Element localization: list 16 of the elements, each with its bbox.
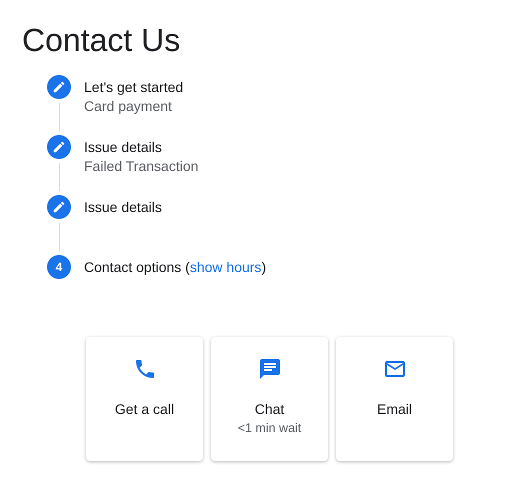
contact-option-card[interactable]: Email [336, 337, 453, 461]
step-edit-icon[interactable] [47, 75, 71, 99]
show-hours-link[interactable]: show hours [190, 259, 262, 275]
contact-option-card[interactable]: Chat <1 min wait [211, 337, 328, 461]
step-title: Issue details [84, 198, 163, 216]
step-title: Issue details [84, 138, 163, 156]
step-edit-icon[interactable] [47, 195, 71, 219]
page-title: Contact Us [22, 21, 182, 60]
step-number: 4 [47, 255, 71, 279]
step-title: Let's get started [84, 78, 184, 96]
step-subtitle: Failed Transaction [84, 157, 200, 176]
step-subtitle: Card payment [84, 97, 173, 116]
chat-icon [258, 357, 282, 381]
step-title: Contact options (show hours) [84, 258, 268, 276]
step-edit-icon[interactable] [47, 135, 71, 159]
contact-option-card[interactable]: Get a call [86, 337, 203, 461]
